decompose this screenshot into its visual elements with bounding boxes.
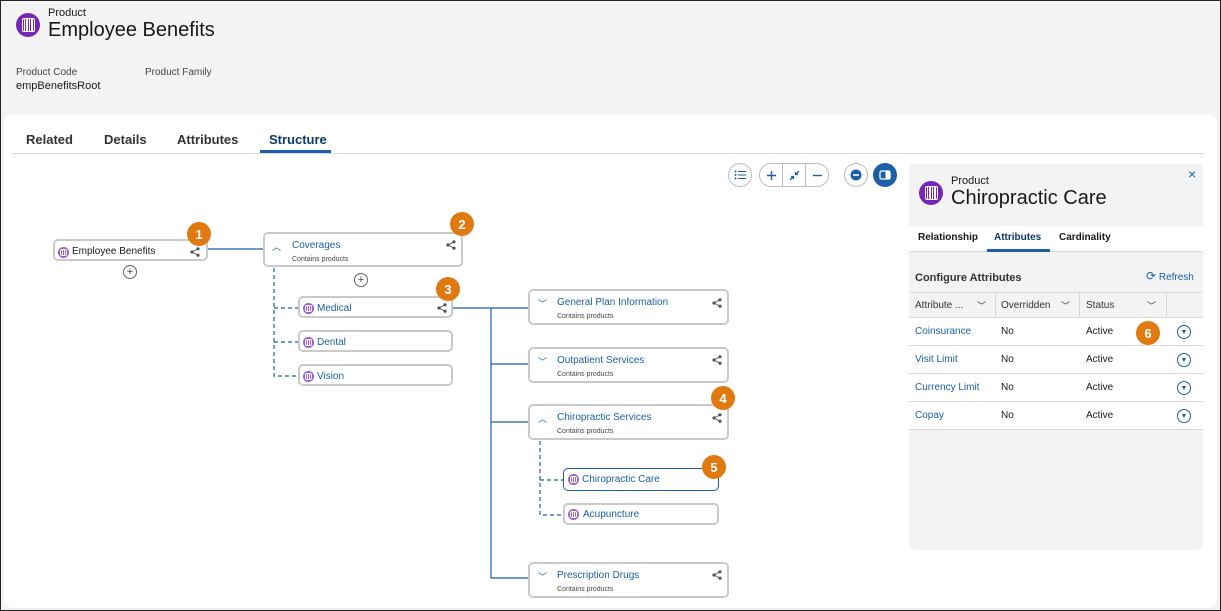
- close-icon[interactable]: ×: [1188, 166, 1196, 182]
- active-tab-indicator: [987, 249, 1050, 252]
- tab-panel-attributes[interactable]: Attributes: [994, 232, 1041, 243]
- attributes-table: Attribute ... ﹀ Overridden ﹀ Status ﹀ Co…: [909, 292, 1203, 430]
- product-icon: [568, 509, 579, 520]
- node-label: Chiropractic Care: [582, 474, 660, 485]
- column-header-attribute[interactable]: Attribute ...: [915, 293, 963, 317]
- row-actions-button[interactable]: ▼: [1177, 409, 1191, 423]
- chevron-up-icon[interactable]: ︿: [272, 240, 281, 253]
- callout-1: 1: [187, 222, 211, 246]
- callout-2: 2: [450, 212, 474, 236]
- row-actions-button[interactable]: ▼: [1177, 381, 1191, 395]
- chevron-down-icon[interactable]: ﹀: [538, 355, 547, 368]
- attribute-name-link[interactable]: Coinsurance: [915, 318, 971, 345]
- chevron-down-icon[interactable]: ﹀: [538, 570, 547, 583]
- node-label: Prescription Drugs: [557, 570, 640, 581]
- refresh-icon: ⟳: [1146, 269, 1157, 283]
- callout-5: 5: [702, 455, 726, 479]
- node-label: Vision: [317, 371, 345, 382]
- row-actions-button[interactable]: ▼: [1177, 325, 1191, 339]
- tab-cardinality[interactable]: Cardinality: [1059, 232, 1111, 243]
- tab-relationship[interactable]: Relationship: [918, 232, 978, 243]
- node-label: Chiropractic Services: [557, 412, 652, 423]
- chevron-down-icon[interactable]: ﹀: [1147, 293, 1156, 317]
- table-row: Copay No Active ▼: [909, 402, 1203, 430]
- table-row: Currency Limit No Active ▼: [909, 374, 1203, 402]
- node-label: Acupuncture: [583, 509, 640, 520]
- status-value: Active: [1086, 410, 1114, 421]
- hierarchy-icon[interactable]: [712, 355, 722, 365]
- overridden-value: No: [1001, 326, 1014, 337]
- table-row: Visit Limit No Active ▼: [909, 346, 1203, 374]
- column-header-status[interactable]: Status: [1086, 293, 1114, 317]
- node-label: General Plan Information: [557, 297, 669, 308]
- hierarchy-icon[interactable]: [446, 240, 456, 250]
- product-icon: [303, 371, 314, 382]
- attribute-name-link[interactable]: Copay: [915, 402, 944, 429]
- attribute-name-link[interactable]: Currency Limit: [915, 374, 979, 401]
- hierarchy-icon[interactable]: [712, 413, 722, 423]
- product-icon: [303, 303, 314, 314]
- column-header-overridden[interactable]: Overridden: [1001, 293, 1050, 317]
- product-icon: [568, 474, 579, 485]
- chevron-down-icon[interactable]: ﹀: [977, 293, 986, 317]
- callout-6: 6: [1136, 321, 1160, 345]
- node-sublabel: Contains products: [557, 586, 614, 593]
- table-header-row: Attribute ... ﹀ Overridden ﹀ Status ﹀: [909, 292, 1203, 318]
- status-value: Active: [1086, 354, 1114, 365]
- status-value: Active: [1086, 382, 1114, 393]
- status-value: Active: [1086, 326, 1114, 337]
- node-label: Employee Benefits: [72, 246, 156, 257]
- panel-title: Chiropractic Care: [951, 187, 1107, 209]
- panel-record-type: Product: [951, 175, 989, 187]
- chevron-down-icon[interactable]: ﹀: [538, 297, 547, 310]
- node-label: Medical: [317, 303, 352, 314]
- node-label: Dental: [317, 337, 346, 348]
- callout-3: 3: [436, 277, 460, 301]
- chevron-down-icon[interactable]: ﹀: [1061, 293, 1070, 317]
- overridden-value: No: [1001, 410, 1014, 421]
- product-icon: [303, 337, 314, 348]
- hierarchy-icon[interactable]: [437, 303, 447, 313]
- hierarchy-icon[interactable]: [712, 298, 722, 308]
- node-sublabel: Contains products: [292, 256, 349, 263]
- refresh-button[interactable]: ⟳ Refresh: [1146, 269, 1194, 283]
- node-label: Outpatient Services: [557, 355, 645, 366]
- node-sublabel: Contains products: [557, 428, 614, 435]
- node-sublabel: Contains products: [557, 371, 614, 378]
- add-child-button[interactable]: +: [354, 273, 368, 287]
- row-actions-button[interactable]: ▼: [1177, 353, 1191, 367]
- overridden-value: No: [1001, 382, 1014, 393]
- attribute-name-link[interactable]: Visit Limit: [915, 346, 958, 373]
- product-icon: [919, 181, 943, 205]
- product-icon: [58, 247, 69, 258]
- node-sublabel: Contains products: [557, 313, 614, 320]
- overridden-value: No: [1001, 354, 1014, 365]
- callout-4: 4: [711, 386, 735, 410]
- hierarchy-icon[interactable]: [712, 570, 722, 580]
- chevron-up-icon[interactable]: ︿: [538, 412, 547, 425]
- node-label: Coverages: [292, 240, 341, 251]
- refresh-label: Refresh: [1158, 272, 1194, 283]
- hierarchy-icon[interactable]: [190, 247, 200, 257]
- add-child-button[interactable]: +: [123, 265, 137, 279]
- section-title: Configure Attributes: [915, 272, 1022, 284]
